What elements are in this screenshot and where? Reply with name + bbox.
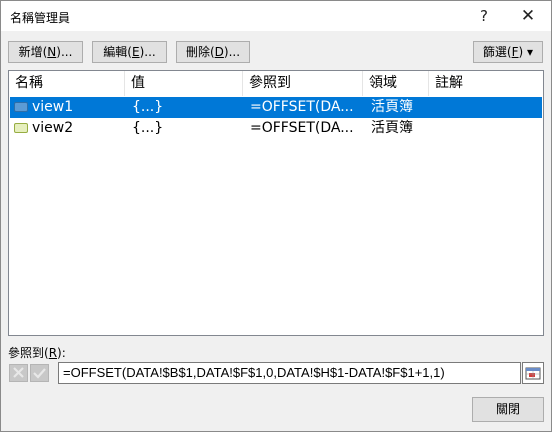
checkmark-icon: [33, 368, 46, 379]
range-select-button[interactable]: [522, 362, 544, 384]
edit-button-accesskey: E: [131, 45, 140, 59]
item-scope: 活頁簿: [371, 99, 413, 115]
list-header: 名稱 值 參照到 領域 註解: [9, 71, 543, 96]
item-refers-to: =OFFSET(DA...: [250, 99, 354, 115]
names-list[interactable]: 名稱 值 參照到 領域 註解 view1 {...} =OFFSET(DA...…: [8, 70, 544, 336]
item-scope: 活頁簿: [371, 120, 413, 136]
close-window-button[interactable]: ✕: [511, 1, 545, 31]
filter-button-label: 篩選(: [482, 45, 512, 59]
name-manager-dialog: 名稱管理員 ? ✕ 新增(N)... 編輯(E)... 刪除(D)... 篩選(…: [0, 0, 552, 432]
item-name: view2: [32, 120, 74, 136]
edit-button-suffix: )...: [139, 45, 156, 59]
new-button-accesskey: N: [47, 45, 57, 59]
cancel-edit-button[interactable]: [9, 364, 28, 382]
column-header-scope[interactable]: 領域: [363, 71, 429, 96]
close-button[interactable]: 關閉: [472, 397, 544, 422]
filter-button-suffix: ): [518, 45, 524, 59]
filter-button[interactable]: 篩選(F) ▾: [473, 41, 543, 63]
refers-to-label: 參照到(R):: [8, 344, 66, 361]
refers-to-label-text: 參照到(: [8, 346, 49, 360]
collapse-dialog-icon: [525, 367, 541, 380]
new-button-suffix: )...: [56, 45, 73, 59]
delete-button[interactable]: 刪除(D)...: [176, 41, 250, 63]
help-button[interactable]: ?: [467, 1, 501, 31]
edit-button-label: 編輯(: [103, 45, 132, 59]
item-refers-to: =OFFSET(DA...: [250, 120, 354, 136]
refers-to-input[interactable]: =OFFSET(DATA!$B$1,DATA!$F$1,0,DATA!$H$1-…: [58, 362, 521, 384]
refers-to-accesskey: R: [48, 346, 58, 360]
item-value: {...}: [132, 120, 164, 136]
name-range-icon: [14, 123, 28, 133]
new-button[interactable]: 新增(N)...: [8, 41, 83, 63]
item-name: view1: [32, 99, 74, 115]
item-comment: [436, 97, 536, 118]
list-item[interactable]: view2 {...} =OFFSET(DA... 活頁簿: [10, 118, 542, 139]
delete-button-label: 刪除(: [185, 45, 215, 59]
cancel-x-icon: [13, 367, 24, 378]
column-header-refers-to[interactable]: 參照到: [243, 71, 363, 96]
column-header-comment[interactable]: 註解: [429, 71, 543, 96]
item-value: {...}: [132, 99, 164, 115]
new-button-label: 新增(: [18, 45, 48, 59]
delete-button-suffix: )...: [223, 45, 241, 59]
filter-button-accesskey: F: [511, 45, 519, 59]
dropdown-arrow-icon: ▾: [527, 45, 534, 59]
edit-button[interactable]: 編輯(E)...: [92, 41, 167, 63]
column-header-value[interactable]: 值: [125, 71, 243, 96]
delete-button-accesskey: D: [214, 45, 224, 59]
refers-to-label-suffix: ):: [57, 346, 66, 360]
list-item[interactable]: view1 {...} =OFFSET(DA... 活頁簿: [10, 97, 542, 118]
confirm-edit-button[interactable]: [30, 364, 49, 382]
column-header-name[interactable]: 名稱: [9, 71, 125, 96]
title-bar: 名稱管理員 ? ✕: [1, 1, 551, 31]
item-comment: [436, 118, 536, 139]
name-range-icon: [14, 102, 28, 112]
dialog-title: 名稱管理員: [10, 11, 71, 25]
